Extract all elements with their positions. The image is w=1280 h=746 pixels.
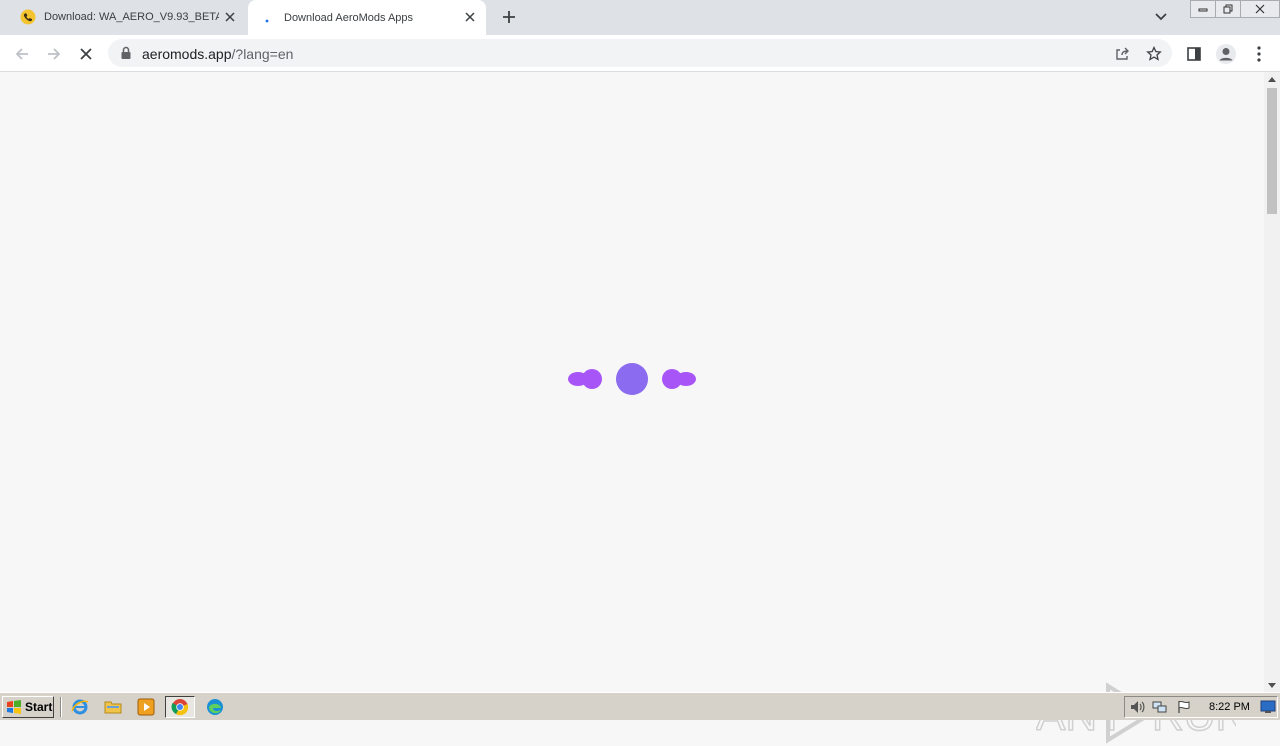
- volume-icon[interactable]: [1129, 699, 1147, 715]
- window-close-button[interactable]: [1240, 0, 1280, 18]
- file-explorer-icon[interactable]: [102, 697, 124, 717]
- back-button[interactable]: [8, 40, 36, 68]
- tab-title: Download: WA_AERO_V9.93_BETA_: [44, 11, 219, 23]
- loader-dot-right: [662, 369, 696, 389]
- chrome-icon: [171, 699, 189, 716]
- restore-icon: [1223, 4, 1233, 14]
- close-icon[interactable]: [462, 9, 478, 25]
- restore-button[interactable]: [1215, 0, 1241, 18]
- tab-title: Download AeroMods Apps: [284, 11, 414, 24]
- tab-strip: Download: WA_AERO_V9.93_BETA_ Download A…: [0, 0, 1280, 35]
- side-panel-icon: [1187, 47, 1201, 61]
- star-icon[interactable]: [1143, 43, 1165, 65]
- chrome-taskbar-button[interactable]: [165, 696, 195, 718]
- close-icon: [1255, 4, 1265, 14]
- network-icon[interactable]: [1151, 699, 1169, 715]
- show-desktop-icon[interactable]: [1259, 699, 1277, 715]
- new-tab-button[interactable]: [498, 6, 520, 28]
- close-icon[interactable]: [222, 9, 238, 25]
- url-path: /?lang=en: [231, 46, 294, 62]
- share-icon[interactable]: [1111, 43, 1133, 65]
- phone-icon: [20, 9, 36, 25]
- url-host: aeromods.app: [142, 46, 232, 62]
- start-label: Start: [25, 700, 53, 714]
- url-text[interactable]: aeromods.app/?lang=en: [142, 46, 293, 62]
- kebab-menu-icon: [1257, 46, 1261, 62]
- taskbar-separator: [60, 697, 62, 717]
- chevron-down-icon: [1155, 13, 1167, 21]
- stop-icon: [80, 48, 92, 60]
- clock[interactable]: 8:22 PM: [1209, 701, 1250, 713]
- action-center-flag-icon[interactable]: [1175, 699, 1193, 715]
- menu-button[interactable]: [1245, 40, 1273, 68]
- forward-arrow-icon: [48, 48, 61, 60]
- loader-dot-center: [616, 363, 648, 395]
- loading-icon: [260, 10, 276, 26]
- scroll-thumb[interactable]: [1267, 88, 1277, 214]
- minimize-button[interactable]: [1190, 0, 1216, 18]
- arrow-up-icon: [1268, 76, 1276, 82]
- scroll-down-arrow[interactable]: [1264, 678, 1280, 692]
- profile-icon: [1216, 44, 1236, 64]
- tab-download-wa-aero[interactable]: Download: WA_AERO_V9.93_BETA_: [8, 0, 246, 34]
- forward-button[interactable]: [40, 40, 68, 68]
- stop-button[interactable]: [72, 40, 100, 68]
- loader-dot-left: [568, 369, 602, 389]
- internet-explorer-icon[interactable]: [69, 697, 91, 717]
- minimize-icon: [1198, 8, 1208, 12]
- tab-download-aeromods-apps[interactable]: Download AeroMods Apps: [248, 0, 486, 35]
- scroll-up-arrow[interactable]: [1264, 72, 1280, 86]
- system-tray: 8:22 PM: [1124, 696, 1278, 718]
- windows-taskbar: Start 8:22 PM: [0, 692, 1280, 720]
- side-panel-button[interactable]: [1180, 40, 1208, 68]
- plus-icon: [503, 11, 515, 23]
- tab-search-button[interactable]: [1150, 7, 1172, 27]
- vertical-scrollbar[interactable]: [1264, 72, 1280, 692]
- browser-toolbar: aeromods.app/?lang=en: [0, 35, 1280, 72]
- start-button[interactable]: Start: [2, 696, 54, 718]
- page-viewport: ANY RUN: [0, 72, 1264, 744]
- address-bar[interactable]: aeromods.app/?lang=en: [108, 39, 1172, 67]
- media-player-icon[interactable]: [135, 697, 157, 717]
- back-arrow-icon: [15, 48, 28, 60]
- window-controls: [1190, 0, 1280, 18]
- loading-spinner: [568, 363, 696, 395]
- windows-logo-icon: [7, 700, 21, 714]
- lock-icon[interactable]: [120, 46, 132, 60]
- profile-button[interactable]: [1212, 40, 1240, 68]
- arrow-down-icon: [1268, 682, 1276, 688]
- edge-icon[interactable]: [204, 697, 226, 717]
